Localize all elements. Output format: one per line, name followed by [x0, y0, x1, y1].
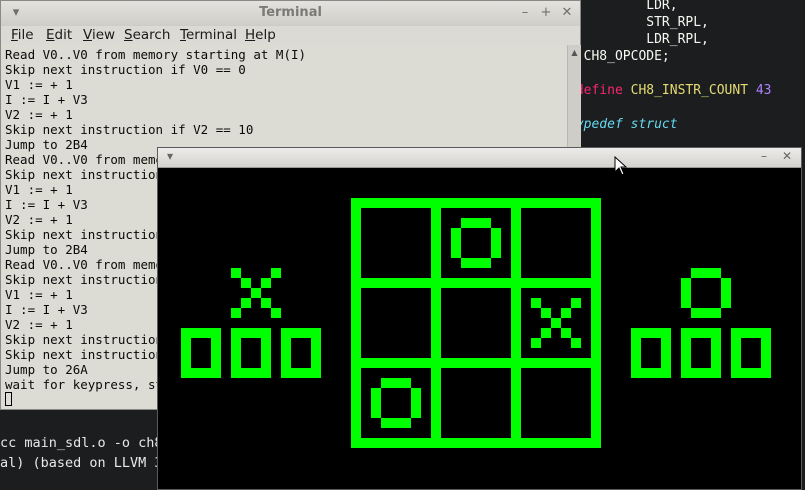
terminal-line: I := I + V3: [5, 92, 88, 107]
terminal-line: Skip next instruction: [5, 272, 164, 287]
board-border-right: [591, 198, 601, 448]
terminal-line: Skip next instruction: [5, 227, 164, 242]
menu-view[interactable]: View: [83, 27, 115, 43]
maximize-icon[interactable]: +: [537, 4, 555, 22]
editor-code-line: typedef struct: [568, 117, 678, 132]
left-player-score-digit: [281, 328, 321, 378]
left-player-x-mark: [231, 268, 281, 318]
right-player-score-digit: [731, 328, 771, 378]
menu-edit[interactable]: Edit: [46, 27, 72, 43]
editor-code-line: } CH8_OPCODE;: [568, 49, 670, 64]
terminal-line: wait for keypress, sto: [5, 377, 171, 392]
terminal-titlebar[interactable]: ▾ Terminal – + ✕: [1, 1, 580, 27]
game-titlebar[interactable]: ▾ – ✕: [158, 148, 801, 168]
mouse-pointer-icon: [614, 156, 628, 176]
terminal-line: I := I + V3: [5, 197, 88, 212]
board-divider-h2: [351, 358, 601, 368]
bg-terminal-line: al) (based on LLVM 3: [0, 455, 163, 471]
background-terminal-output: cc main_sdl.o -o ch8vm -v al) (based on …: [0, 405, 203, 490]
menu-file[interactable]: File: [11, 27, 34, 43]
terminal-line: Read V0..V0 from memor: [5, 152, 171, 167]
editor-code-line: LDR_RPL,: [568, 32, 709, 47]
terminal-line: Read V0..V0 from memory starting at M(I): [5, 47, 307, 62]
terminal-line: Read V0..V0 from memor: [5, 257, 171, 272]
terminal-line: V1 := + 1: [5, 182, 73, 197]
terminal-line: Skip next instruction: [5, 167, 164, 182]
terminal-line: Skip next instruction: [5, 347, 164, 362]
right-player-o-mark: [681, 268, 731, 318]
editor-code-line: LDR,: [568, 0, 678, 13]
terminal-line: Jump to 2B4: [5, 242, 88, 257]
board-divider-h1: [351, 278, 601, 288]
close-icon[interactable]: ✕: [782, 149, 792, 163]
terminal-line: Skip next instruction if V2 == 10: [5, 122, 254, 137]
chip8-game-window: ▾ – ✕: [157, 147, 802, 490]
board-border-left: [351, 198, 361, 448]
left-player-score-digit: [181, 328, 221, 378]
left-player-score-digit: [231, 328, 271, 378]
terminal-line: V2 := + 1: [5, 107, 73, 122]
board-divider-v2: [511, 198, 521, 448]
terminal-line: Jump to 26A: [5, 362, 88, 377]
close-icon[interactable]: ✕: [558, 4, 576, 22]
menu-bar: File Edit View Search Terminal Help: [1, 26, 580, 45]
menu-help[interactable]: Help: [245, 27, 276, 43]
right-player-score-digit: [631, 328, 671, 378]
window-menu-icon[interactable]: ▾: [167, 149, 173, 163]
right-player-score-digit: [681, 328, 721, 378]
board-border-top: [351, 198, 601, 208]
minimize-icon[interactable]: –: [761, 149, 767, 163]
board-cell-o-mark: [451, 218, 501, 268]
board-divider-v1: [431, 198, 441, 448]
terminal-line: Jump to 2B4: [5, 137, 88, 152]
game-screen[interactable]: [161, 168, 798, 488]
scroll-up-icon[interactable]: ▲: [568, 47, 581, 59]
board-cell-o-mark: [371, 378, 421, 428]
terminal-line: I := I + V3: [5, 302, 88, 317]
terminal-line: V2 := + 1: [5, 317, 73, 332]
terminal-line: V1 := + 1: [5, 287, 73, 302]
terminal-line: V1 := + 1: [5, 77, 73, 92]
board-border-bottom: [351, 438, 601, 448]
code-editor-background: LDR, STR_RPL, LDR_RPL, } CH8_OPCODE; #defi…: [560, 0, 805, 160]
menu-terminal[interactable]: Terminal: [180, 27, 237, 43]
minimize-icon[interactable]: –: [516, 4, 534, 22]
editor-code-line: STR_RPL,: [568, 15, 709, 30]
board-cell-x-mark: [531, 298, 581, 348]
menu-search[interactable]: Search: [124, 27, 170, 43]
text-cursor: [5, 392, 12, 406]
terminal-line: Skip next instruction: [5, 332, 164, 347]
window-title: Terminal: [259, 5, 322, 20]
terminal-line: Skip next instruction if V0 == 0: [5, 62, 246, 77]
editor-code-line: #define CH8_INSTR_COUNT 43: [568, 83, 772, 98]
terminal-line: V2 := + 1: [5, 212, 73, 227]
